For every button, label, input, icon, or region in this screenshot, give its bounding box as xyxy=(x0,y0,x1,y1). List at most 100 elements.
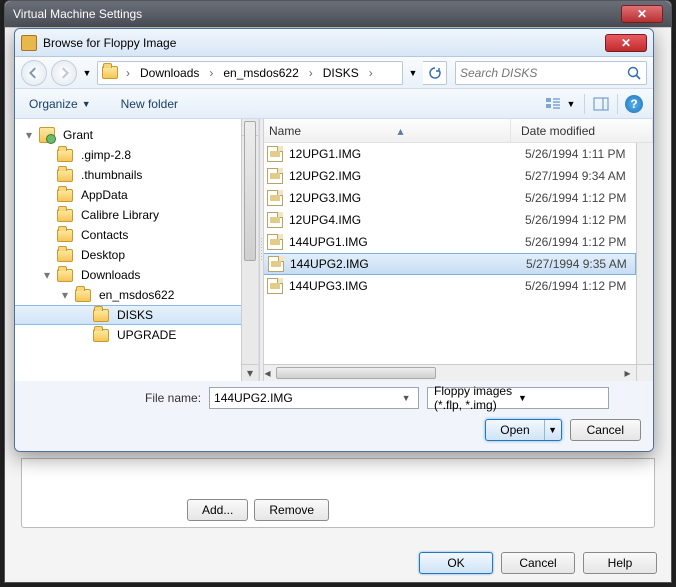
list-header: Name▴ Date modified xyxy=(259,119,653,143)
tree-item-label: DISKS xyxy=(117,308,153,322)
tree-item[interactable]: .thumbnails xyxy=(15,165,258,185)
tree-item-label: .thumbnails xyxy=(81,168,142,182)
tree-scrollbar[interactable]: ▴ ▾ xyxy=(241,119,258,381)
file-name: 12UPG3.IMG xyxy=(289,191,525,205)
chevron-right-icon[interactable]: › xyxy=(305,66,317,80)
file-row[interactable]: 12UPG4.IMG5/26/1994 1:12 PM xyxy=(259,209,636,231)
file-date: 5/27/1994 9:34 AM xyxy=(525,169,636,183)
file-date: 5/26/1994 1:12 PM xyxy=(525,235,636,249)
ok-button[interactable]: OK xyxy=(419,552,493,574)
tree-twisty-icon[interactable]: ▾ xyxy=(59,288,71,302)
breadcrumb-segment[interactable]: en_msdos622 xyxy=(217,66,304,80)
help-icon: ? xyxy=(625,95,643,113)
tree-twisty-icon[interactable]: ▾ xyxy=(41,268,53,282)
chevron-down-icon: ▼ xyxy=(518,393,602,403)
open-dropdown[interactable]: ▼ xyxy=(545,425,561,435)
file-row[interactable]: 144UPG1.IMG5/26/1994 1:12 PM xyxy=(259,231,636,253)
file-row[interactable]: 144UPG3.IMG5/26/1994 1:12 PM xyxy=(259,275,636,297)
user-folder-icon xyxy=(39,127,55,143)
scroll-down-arrow[interactable]: ▾ xyxy=(242,364,258,381)
column-date[interactable]: Date modified xyxy=(511,119,653,142)
chevron-right-icon[interactable]: › xyxy=(205,66,217,80)
tree-item-label: Desktop xyxy=(81,248,125,262)
tree-item[interactable]: ▾Grant xyxy=(15,125,258,145)
tree-item[interactable]: ▾ Downloads xyxy=(15,265,258,285)
list-hscrollbar[interactable]: ◂ ▸ xyxy=(259,364,636,381)
vm-settings-close-button[interactable]: ✕ xyxy=(621,5,663,23)
breadcrumb-segment[interactable]: Downloads xyxy=(134,66,205,80)
tree-twisty-icon[interactable]: ▾ xyxy=(23,128,35,142)
tree-item-label: Calibre Library xyxy=(81,208,159,222)
file-list[interactable]: 12UPG1.IMG5/26/1994 1:11 PM12UPG2.IMG5/2… xyxy=(259,143,636,364)
disk-image-icon xyxy=(267,190,283,206)
help-button[interactable]: Help xyxy=(583,552,657,574)
list-vscrollbar[interactable] xyxy=(636,143,653,364)
breadcrumb-dropdown[interactable]: ▼ xyxy=(407,62,419,84)
pane-splitter[interactable] xyxy=(259,119,264,381)
tree-item[interactable]: DISKS xyxy=(15,305,258,325)
breadcrumb-root-chevron[interactable]: › xyxy=(122,66,134,80)
cancel-button[interactable]: Cancel xyxy=(501,552,575,574)
browse-dialog: Browse for Floppy Image ✕ ▼ › Downloads›… xyxy=(14,28,654,452)
remove-hardware-button[interactable]: Remove xyxy=(254,499,329,521)
filename-dropdown[interactable]: ▼ xyxy=(398,393,414,403)
preview-pane-button[interactable] xyxy=(590,93,612,115)
dialog-footer: File name: ▼ Floppy images (*.flp, *.img… xyxy=(15,381,653,451)
vm-settings-titlebar: Virtual Machine Settings ✕ xyxy=(5,1,671,27)
nav-forward-button[interactable] xyxy=(51,60,77,86)
toolbar: Organize ▼ New folder ▼ ? xyxy=(15,89,653,119)
search-box[interactable] xyxy=(455,61,647,85)
disk-image-icon xyxy=(267,278,283,294)
column-name[interactable]: Name▴ xyxy=(259,119,511,142)
tree-item-label: Contacts xyxy=(81,228,128,242)
disk-image-icon xyxy=(267,212,283,228)
help-button[interactable]: ? xyxy=(623,93,645,115)
hscroll-thumb[interactable] xyxy=(276,367,436,379)
search-input[interactable] xyxy=(460,66,626,80)
open-button[interactable]: Open ▼ xyxy=(485,419,561,441)
file-date: 5/27/1994 9:35 AM xyxy=(526,257,635,271)
tree-item-label: Downloads xyxy=(81,268,140,282)
add-hardware-button[interactable]: Add... xyxy=(187,499,248,521)
disk-image-icon xyxy=(267,146,283,162)
dialog-close-button[interactable]: ✕ xyxy=(605,34,647,52)
refresh-button[interactable] xyxy=(423,61,447,85)
scroll-right-arrow[interactable]: ▸ xyxy=(619,365,636,382)
filename-combo[interactable]: ▼ xyxy=(209,387,419,409)
filter-select[interactable]: Floppy images (*.flp, *.img) ▼ xyxy=(427,387,609,409)
tree-item[interactable]: Desktop xyxy=(15,245,258,265)
file-name: 144UPG2.IMG xyxy=(290,257,526,271)
tree-item[interactable]: Calibre Library xyxy=(15,205,258,225)
filename-label: File name: xyxy=(145,391,201,405)
filename-input[interactable] xyxy=(214,391,398,405)
disk-image-icon xyxy=(268,256,284,272)
breadcrumb-segment[interactable]: DISKS xyxy=(317,66,365,80)
tree-item[interactable]: Contacts xyxy=(15,225,258,245)
tree-item[interactable]: AppData xyxy=(15,185,258,205)
file-row[interactable]: 144UPG2.IMG5/27/1994 9:35 AM xyxy=(259,253,636,275)
tree-item[interactable]: UPGRADE xyxy=(15,325,258,345)
view-mode-dropdown[interactable]: ▼ xyxy=(564,93,578,115)
body-split: ▾Grant.gimp-2.8 .thumbnails AppData Calibre… xyxy=(15,119,653,381)
file-row[interactable]: 12UPG1.IMG5/26/1994 1:11 PM xyxy=(259,143,636,165)
file-row[interactable]: 12UPG2.IMG5/27/1994 9:34 AM xyxy=(259,165,636,187)
tree-item-label: UPGRADE xyxy=(117,328,176,342)
folder-tree[interactable]: ▾Grant.gimp-2.8 .thumbnails AppData Calibre… xyxy=(15,119,258,351)
scroll-thumb[interactable] xyxy=(244,121,256,261)
dialog-cancel-button[interactable]: Cancel xyxy=(570,419,641,441)
new-folder-button[interactable]: New folder xyxy=(115,94,184,114)
organize-menu[interactable]: Organize ▼ xyxy=(23,94,97,114)
dialog-title: Browse for Floppy Image xyxy=(43,36,176,50)
file-date: 5/26/1994 1:12 PM xyxy=(525,191,636,205)
file-row[interactable]: 12UPG3.IMG5/26/1994 1:12 PM xyxy=(259,187,636,209)
nav-back-button[interactable] xyxy=(21,60,47,86)
chevron-right-icon[interactable]: › xyxy=(365,66,377,80)
file-name: 144UPG1.IMG xyxy=(289,235,525,249)
tree-item-label: en_msdos622 xyxy=(99,288,174,302)
view-mode-button[interactable] xyxy=(542,93,564,115)
tree-item[interactable]: .gimp-2.8 xyxy=(15,145,258,165)
nav-history-dropdown[interactable]: ▼ xyxy=(81,62,93,84)
breadcrumb[interactable]: › Downloads›en_msdos622›DISKS› xyxy=(97,61,403,85)
folder-icon xyxy=(57,209,73,222)
tree-item[interactable]: ▾ en_msdos622 xyxy=(15,285,258,305)
